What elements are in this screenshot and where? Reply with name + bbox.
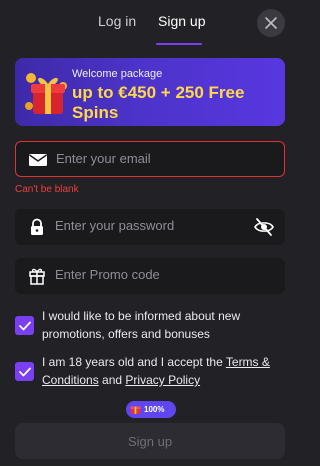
tab-signup[interactable]: Sign up <box>158 13 205 29</box>
privacy-policy-link[interactable]: Privacy Policy <box>125 373 200 387</box>
lock-icon <box>31 218 43 235</box>
marketing-consent-label: I would like to be informed about new pr… <box>42 309 241 341</box>
envelope-icon <box>29 154 47 166</box>
close-icon <box>265 17 277 29</box>
marketing-consent-checkbox[interactable] <box>15 316 34 335</box>
promo-code-field[interactable] <box>15 258 285 294</box>
password-input[interactable] <box>55 218 235 233</box>
banner-headline: up to €450 + 250 Free Spins <box>72 83 245 122</box>
email-input[interactable] <box>56 151 236 166</box>
gift-box-icon <box>25 73 67 114</box>
promo-code-input[interactable] <box>55 267 235 282</box>
tab-login[interactable]: Log in <box>98 13 136 29</box>
terms-joiner-text: and <box>98 373 126 387</box>
gift-icon <box>130 406 141 414</box>
banner-subtitle: Welcome package <box>72 68 163 80</box>
gift-icon <box>29 268 45 285</box>
eye-slash-icon <box>254 218 274 236</box>
email-field[interactable] <box>15 141 285 177</box>
active-tab-indicator <box>156 43 202 45</box>
bonus-badge-text: 100% <box>144 405 165 414</box>
bonus-badge: 100% <box>126 401 176 418</box>
toggle-password-visibility-button[interactable] <box>253 217 275 237</box>
checkmark-icon <box>18 367 31 376</box>
terms-consent-checkbox[interactable] <box>15 362 34 381</box>
welcome-banner: Welcome package up to €450 + 250 Free Sp… <box>15 58 285 126</box>
email-error-message: Can't be blank <box>15 184 79 195</box>
auth-tabs: Log in Sign up <box>0 0 300 46</box>
terms-consent-label: I am 18 years old and I accept the Terms… <box>42 353 282 389</box>
checkmark-icon <box>18 321 31 330</box>
terms-prefix-text: I am 18 years old and I accept the <box>42 355 226 369</box>
password-field[interactable] <box>15 209 285 245</box>
close-button[interactable] <box>257 9 285 37</box>
sign-up-button[interactable]: Sign up <box>15 423 285 459</box>
